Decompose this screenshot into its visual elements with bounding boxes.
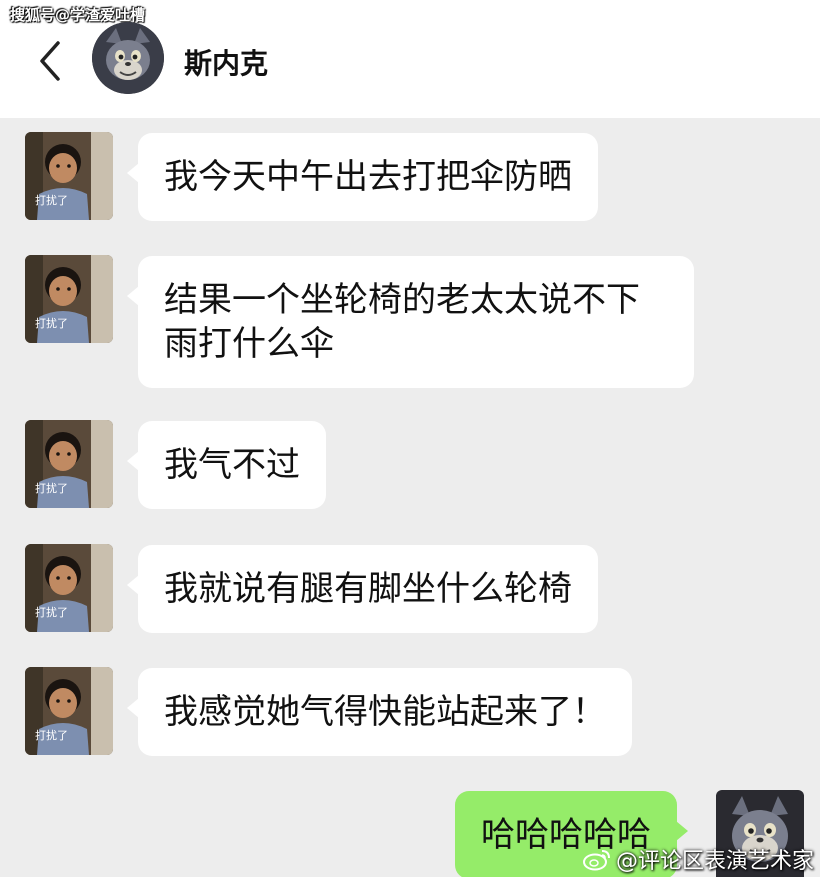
sticker-caption: 打扰了	[35, 316, 68, 330]
message-bubble[interactable]: 我气不过	[127, 421, 326, 509]
message-text: 结果一个坐轮椅的老太太说不下雨打什么伞	[164, 280, 640, 364]
contact-name: 斯内克	[184, 47, 269, 80]
sticker-caption: 打扰了	[35, 481, 68, 495]
message-bubble[interactable]: 结果一个坐轮椅的老太太说不下雨打什么伞	[127, 256, 694, 388]
sender-avatar[interactable]: 打扰了	[25, 544, 113, 632]
back-button[interactable]	[30, 38, 70, 84]
bubble-tail	[127, 451, 139, 471]
message-text: 我气不过	[164, 445, 300, 485]
watermark-bottom: @评论区表演艺术家	[582, 843, 814, 875]
sticker-caption: 打扰了	[35, 193, 68, 207]
message-text: 我就说有腿有脚坐什么轮椅	[164, 569, 572, 609]
chevron-left-icon	[40, 41, 60, 81]
contact-avatar[interactable]	[92, 22, 164, 94]
message-bubble[interactable]: 我就说有腿有脚坐什么轮椅	[127, 545, 598, 633]
bubble-tail	[127, 286, 139, 306]
chat-header: 搜狐号@学渣爱吐槽 斯内克	[0, 0, 820, 118]
message-bubble[interactable]: 我今天中午出去打把伞防晒	[127, 133, 598, 221]
bubble-tail	[127, 575, 139, 595]
sender-avatar[interactable]: 打扰了	[25, 420, 113, 508]
sender-avatar[interactable]: 打扰了	[25, 667, 113, 755]
sender-avatar[interactable]: 打扰了	[25, 255, 113, 343]
watermark-bottom-text: @评论区表演艺术家	[616, 849, 815, 874]
sticker-caption: 打扰了	[35, 728, 68, 742]
sticker-caption: 打扰了	[35, 605, 68, 619]
bubble-tail	[127, 163, 139, 183]
message-bubble[interactable]: 我感觉她气得快能站起来了！	[127, 668, 632, 756]
message-text: 我今天中午出去打把伞防晒	[164, 157, 572, 197]
weibo-logo-icon	[583, 850, 610, 871]
bubble-tail	[676, 821, 688, 841]
message-text: 我感觉她气得快能站起来了！	[164, 692, 606, 732]
bubble-tail	[127, 698, 139, 718]
sender-avatar[interactable]: 打扰了	[25, 132, 113, 220]
